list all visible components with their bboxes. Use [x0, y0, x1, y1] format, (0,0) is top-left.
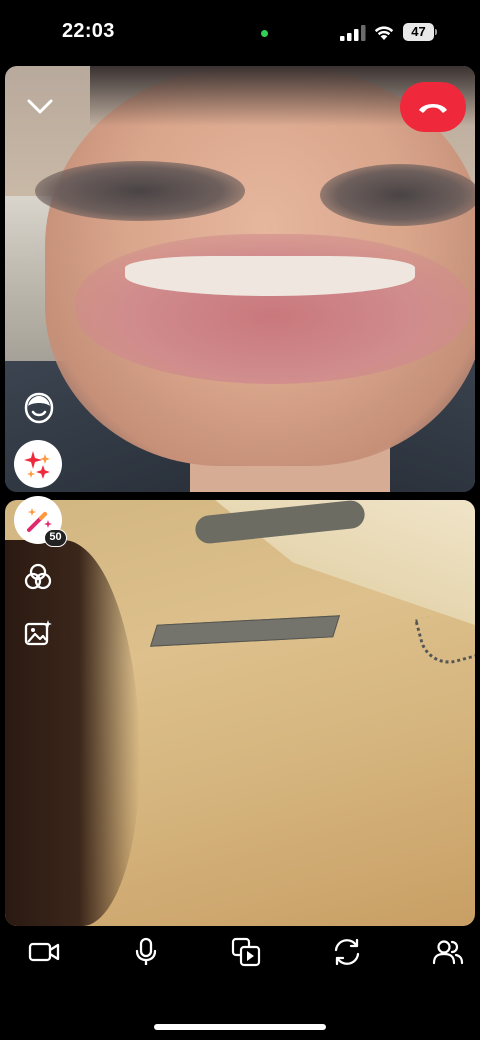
bitmoji-face-icon — [24, 392, 54, 424]
image-sparkle-icon — [24, 620, 52, 646]
status-time: 22:03 — [62, 20, 115, 42]
gallery-button[interactable] — [22, 617, 54, 649]
sparkles-icon — [24, 451, 50, 479]
filter-circles-icon — [24, 563, 52, 590]
flip-camera-icon — [334, 938, 360, 966]
phone-hangup-icon — [419, 104, 447, 113]
mic-toggle-button[interactable] — [129, 936, 163, 968]
local-video-feed[interactable] — [5, 500, 475, 926]
participants-icon — [432, 940, 464, 965]
home-indicator[interactable] — [154, 1024, 326, 1030]
end-call-button[interactable] — [400, 82, 466, 132]
wifi-icon — [374, 26, 394, 40]
lens-count-badge: 50 — [44, 529, 67, 547]
participants-button[interactable] — [431, 936, 465, 968]
status-bar: 22:03 47 — [0, 0, 480, 62]
remote-video-feed[interactable] — [5, 66, 475, 492]
share-media-icon — [231, 937, 261, 967]
ai-effects-button[interactable] — [14, 440, 62, 488]
microphone-icon — [135, 937, 157, 965]
camera-in-use-indicator — [261, 30, 268, 37]
video-camera-icon — [28, 942, 60, 962]
filters-button[interactable] — [22, 561, 54, 593]
video-toggle-button[interactable] — [27, 936, 61, 968]
collapse-call-button[interactable] — [24, 92, 56, 120]
battery-indicator: 47 — [403, 23, 437, 41]
bitmoji-button[interactable] — [22, 390, 56, 426]
battery-level: 47 — [411, 24, 426, 39]
call-controls-bar — [0, 928, 480, 976]
share-media-button[interactable] — [229, 936, 263, 968]
cellular-signal-icon — [340, 25, 366, 41]
flip-camera-button[interactable] — [330, 936, 364, 968]
chevron-down-icon — [27, 99, 53, 114]
